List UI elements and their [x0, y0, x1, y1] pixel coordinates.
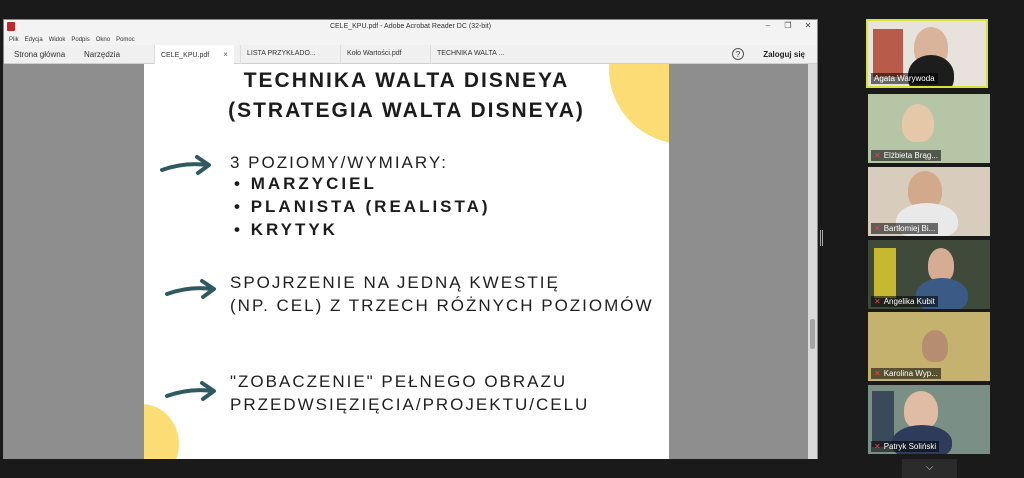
bullet-text: KRYTYK	[250, 220, 338, 239]
close-button[interactable]: ✕	[803, 21, 813, 30]
close-tab-icon[interactable]: ×	[223, 50, 228, 59]
scrollbar-thumb[interactable]	[810, 319, 815, 349]
participant-video	[904, 391, 938, 429]
doc-tab-cele-kpu[interactable]: CELE_KPU.pdf ×	[154, 45, 234, 64]
bullet-marzyciel: • MARZYCIEL	[234, 174, 377, 193]
chevron-down-icon[interactable]: ⌵	[902, 459, 957, 478]
acrobat-window: CELE_KPU.pdf - Adobe Acrobat Reader DC (…	[3, 19, 818, 459]
participant-tile[interactable]: ✕ Karolina Wyp...	[868, 312, 990, 381]
participant-name: ✕ Patryk Soliński	[871, 441, 940, 452]
bullet-krytyk: • KRYTYK	[234, 220, 338, 239]
document-viewer: TECHNIKA WALTA DISNEYA (STRATEGIA WALTA …	[4, 64, 809, 459]
participant-name: ✕ Elżbieta Brąg...	[871, 150, 941, 161]
menu-edycja[interactable]: Edycja	[25, 37, 43, 43]
bookshelf-image	[873, 29, 903, 77]
bullet-planista: • PLANISTA (REALISTA)	[234, 197, 491, 216]
participant-video	[922, 330, 948, 362]
mic-muted-icon: ✕	[874, 297, 881, 306]
point2-line2: (NP. CEL) Z TRZECH RÓŻNYCH POZIOMÓW	[230, 296, 654, 315]
panel-resize-handle[interactable]	[820, 230, 823, 246]
help-icon[interactable]: ?	[732, 48, 744, 60]
arrow-right-icon	[165, 279, 216, 299]
vertical-scrollbar[interactable]	[808, 64, 817, 459]
point3-line2: PRZEDWSIĘZIĘCIA/PROJEKTU/CELU	[230, 395, 590, 414]
mic-muted-icon: ✕	[874, 369, 881, 378]
participant-name: ✕ Bartłomiej Bi...	[871, 223, 939, 234]
menu-okno[interactable]: Okno	[96, 37, 110, 43]
doc-tab-lista[interactable]: LISTA PRZYKŁADO...	[240, 45, 332, 64]
slide-title-line1: TECHNIKA WALTA DISNEYA	[243, 69, 570, 92]
screen: CELE_KPU.pdf - Adobe Acrobat Reader DC (…	[0, 0, 1024, 478]
menu-widok[interactable]: Widok	[49, 37, 66, 43]
arrow-right-icon	[165, 381, 216, 401]
doc-tab-label: CELE_KPU.pdf	[161, 52, 210, 59]
window-title: CELE_KPU.pdf - Adobe Acrobat Reader DC (…	[329, 23, 492, 30]
tab-home[interactable]: Strona główna	[14, 50, 65, 59]
participant-name: Agata Warywoda	[871, 73, 938, 84]
point2-line1: SPOJRZENIE NA JEDNĄ KWESTIĘ	[230, 273, 560, 292]
tab-bar: Strona główna Narzędzia CELE_KPU.pdf × LI…	[4, 45, 817, 64]
menu-pomoc[interactable]: Pomoc	[116, 37, 135, 43]
title-bar: CELE_KPU.pdf - Adobe Acrobat Reader DC (…	[4, 20, 817, 34]
decorative-circle-bottom	[144, 404, 179, 459]
participant-tile[interactable]: ✕ Patryk Soliński	[868, 385, 990, 454]
window-controls: – ❐ ✕	[763, 21, 813, 30]
menu-bar: Plik Edycja Widok Podpis Okno Pomoc	[4, 34, 817, 45]
mic-muted-icon: ✕	[874, 224, 881, 233]
participant-tile[interactable]: ✕ Bartłomiej Bi...	[868, 167, 990, 236]
participant-tile[interactable]: ✕ Angelika Kubit	[868, 240, 990, 309]
doc-tab-technika[interactable]: TECHNIKA WALTA ...	[430, 45, 520, 64]
background-plant-image	[874, 248, 896, 298]
menu-plik[interactable]: Plik	[9, 37, 19, 43]
slide-title-line2: (STRATEGIA WALTA DISNEYA)	[228, 99, 585, 122]
doc-tab-label: Koło Wartości.pdf	[347, 50, 402, 57]
maximize-button[interactable]: ❐	[783, 21, 793, 30]
signin-link[interactable]: Zaloguj się	[763, 50, 805, 59]
menu-podpis[interactable]: Podpis	[71, 37, 89, 43]
participant-video	[902, 104, 934, 142]
tab-tools[interactable]: Narzędzia	[84, 50, 120, 59]
doc-tab-kolo-wartosci[interactable]: Koło Wartości.pdf	[340, 45, 424, 64]
bullet-text: MARZYCIEL	[250, 174, 377, 193]
participant-tile[interactable]: Agata Warywoda	[866, 19, 988, 88]
doc-tab-label: TECHNIKA WALTA ...	[437, 50, 505, 57]
point3-line1: "ZOBACZENIE" PEŁNEGO OBRAZU	[230, 372, 568, 391]
arrow-right-icon	[160, 155, 211, 175]
participant-video	[928, 248, 954, 282]
background-shelf-image	[872, 391, 894, 447]
bullet-text: PLANISTA (REALISTA)	[250, 197, 491, 216]
mic-muted-icon: ✕	[874, 442, 881, 451]
mic-muted-icon: ✕	[874, 151, 881, 160]
point1-intro: 3 POZIOMY/WYMIARY:	[230, 153, 448, 172]
participant-tile[interactable]: ✕ Elżbieta Brąg...	[868, 94, 990, 163]
doc-tab-label: LISTA PRZYKŁADO...	[247, 50, 316, 57]
slide-page: TECHNIKA WALTA DISNEYA (STRATEGIA WALTA …	[144, 64, 669, 459]
minimize-button[interactable]: –	[763, 21, 773, 30]
participant-name: ✕ Angelika Kubit	[871, 296, 938, 307]
participant-name: ✕ Karolina Wyp...	[871, 368, 941, 379]
